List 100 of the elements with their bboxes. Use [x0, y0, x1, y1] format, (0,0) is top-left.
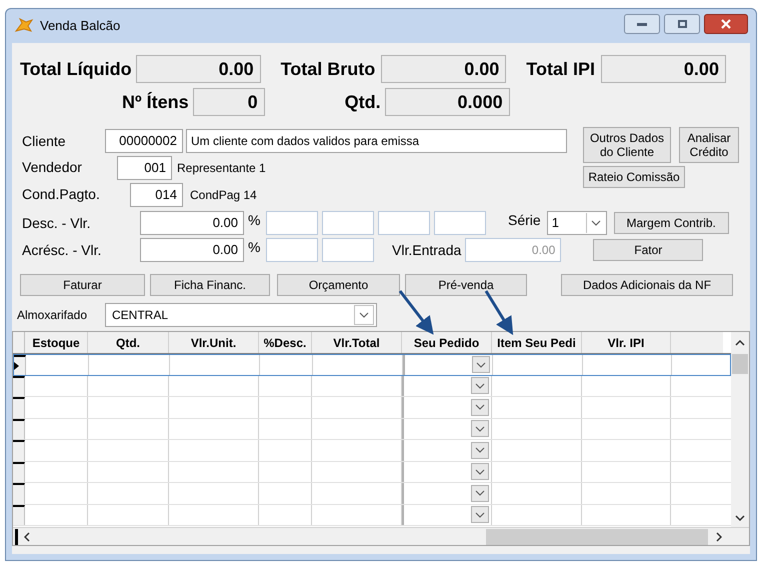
field-label: Cond.Pagto.	[22, 185, 101, 204]
button[interactable]: Faturar	[20, 274, 145, 296]
input-field[interactable]	[266, 238, 318, 262]
name-field[interactable]: Um cliente com dados validos para emissa	[186, 129, 567, 153]
surcharge-field[interactable]: 0.00	[140, 238, 244, 262]
field-label: Vlr.Entrada	[392, 240, 462, 260]
field-label: Acrésc. - Vlr.	[22, 240, 102, 260]
entry-field[interactable]: 0.00	[465, 238, 562, 262]
field-value: Representante 1	[177, 160, 266, 176]
row-header[interactable]	[13, 397, 25, 418]
field-label: Desc. - Vlr.	[22, 214, 92, 232]
chevron-down-icon	[475, 404, 485, 410]
chevron-down-icon	[475, 490, 485, 496]
column-header[interactable]: Vlr. IPI	[582, 332, 671, 353]
column-header[interactable]: %Desc.	[259, 332, 312, 353]
scroll-thumb[interactable]	[732, 354, 748, 374]
serie-dropdown[interactable]: 1	[546, 211, 607, 235]
chevron-down-icon	[735, 515, 745, 521]
chevron-right-icon	[716, 532, 722, 542]
count-value: 0.000	[384, 88, 510, 116]
row-header[interactable]	[14, 355, 26, 374]
total-value: 0.00	[136, 55, 261, 83]
discount-field[interactable]: 0.00	[140, 211, 244, 235]
button[interactable]: Orçamento	[277, 274, 400, 296]
code-field[interactable]: 014	[130, 182, 183, 206]
row-header[interactable]	[13, 376, 25, 396]
row-header[interactable]	[13, 418, 25, 439]
total-label: Total Bruto	[280, 58, 376, 80]
count-value: 0	[192, 88, 265, 116]
annotation-arrow	[398, 290, 434, 335]
chevron-down-icon	[359, 312, 369, 318]
column-header[interactable]: Qtd.	[88, 332, 169, 353]
count-label: Qtd.	[344, 90, 381, 114]
table-cell[interactable]	[402, 376, 492, 396]
button[interactable]: Outros Dados do Cliente	[583, 127, 671, 163]
row-header[interactable]	[13, 483, 25, 504]
table-cell[interactable]	[402, 418, 492, 439]
table-cell[interactable]	[402, 462, 492, 482]
button[interactable]: Analisar Crédito	[679, 127, 739, 163]
input-field[interactable]	[434, 211, 486, 235]
column-header[interactable]: Seu Pedido	[402, 332, 492, 353]
button[interactable]: Ficha Financ.	[150, 274, 270, 296]
vertical-scrollbar[interactable]	[731, 332, 749, 527]
table-cell[interactable]	[403, 355, 493, 374]
field-label: Série	[508, 211, 541, 230]
dropdown-button[interactable]	[471, 484, 489, 502]
total-label: Total Líquido	[20, 58, 132, 81]
dropdown-button[interactable]	[471, 506, 489, 524]
row-pointer-icon	[14, 362, 19, 370]
table-cell[interactable]	[402, 440, 492, 460]
button[interactable]: Rateio Comissão	[583, 166, 685, 188]
button[interactable]: Margem Contrib.	[614, 212, 729, 234]
column-header[interactable]: Estoque	[25, 332, 88, 353]
row-header[interactable]	[13, 440, 25, 460]
input-field[interactable]	[266, 211, 318, 235]
count-label: Nº Ítens	[122, 90, 189, 114]
chevron-down-icon	[475, 512, 485, 518]
row-header[interactable]	[13, 504, 25, 525]
table-cell[interactable]	[402, 397, 492, 418]
field-label: Vendedor	[22, 158, 83, 177]
warehouse-dropdown[interactable]: CENTRAL	[105, 302, 377, 326]
chevron-left-icon	[24, 532, 30, 542]
grid-row[interactable]	[13, 354, 731, 376]
total-value: 0.00	[381, 55, 506, 83]
annotation-arrow	[484, 290, 514, 336]
scroll-thumb[interactable]	[486, 528, 708, 544]
button[interactable]: Fator	[593, 239, 704, 261]
column-header[interactable]: Vlr.Total	[312, 332, 402, 353]
input-field[interactable]	[322, 211, 374, 235]
button[interactable]: Dados Adicionais da NF	[561, 274, 733, 296]
field-label: Cliente	[22, 132, 67, 150]
chevron-down-icon	[475, 447, 485, 454]
chevron-down-icon	[591, 220, 602, 226]
dropdown-button[interactable]	[471, 420, 489, 438]
dropdown-button[interactable]	[471, 377, 489, 394]
row-header[interactable]	[13, 462, 25, 482]
input-field[interactable]	[322, 238, 374, 262]
close-icon	[721, 19, 731, 29]
table-cell[interactable]	[402, 504, 492, 525]
code-field[interactable]: 00000002	[105, 129, 183, 153]
dropdown-button[interactable]	[471, 398, 489, 416]
dropdown-button[interactable]	[472, 356, 490, 374]
maximize-button[interactable]	[664, 14, 700, 34]
header-filler	[671, 332, 723, 353]
input-field[interactable]	[378, 211, 430, 235]
column-header[interactable]: Vlr.Unit.	[169, 332, 259, 353]
code-field[interactable]: 001	[117, 156, 172, 180]
field-value: CondPag 14	[190, 186, 257, 204]
horizontal-scrollbar[interactable]	[13, 527, 749, 545]
chevron-down-icon	[476, 362, 486, 368]
button[interactable]: Pré-venda	[405, 274, 527, 296]
dropdown-button[interactable]	[471, 442, 489, 459]
column-header[interactable]: Item Seu Pedi	[492, 332, 582, 353]
chevron-up-icon	[735, 340, 745, 346]
close-button[interactable]	[704, 14, 748, 34]
total-value: 0.00	[600, 55, 726, 83]
percent-label: %	[248, 238, 262, 257]
table-cell[interactable]	[402, 483, 492, 504]
minimize-button[interactable]	[624, 14, 660, 34]
dropdown-button[interactable]	[471, 463, 489, 480]
